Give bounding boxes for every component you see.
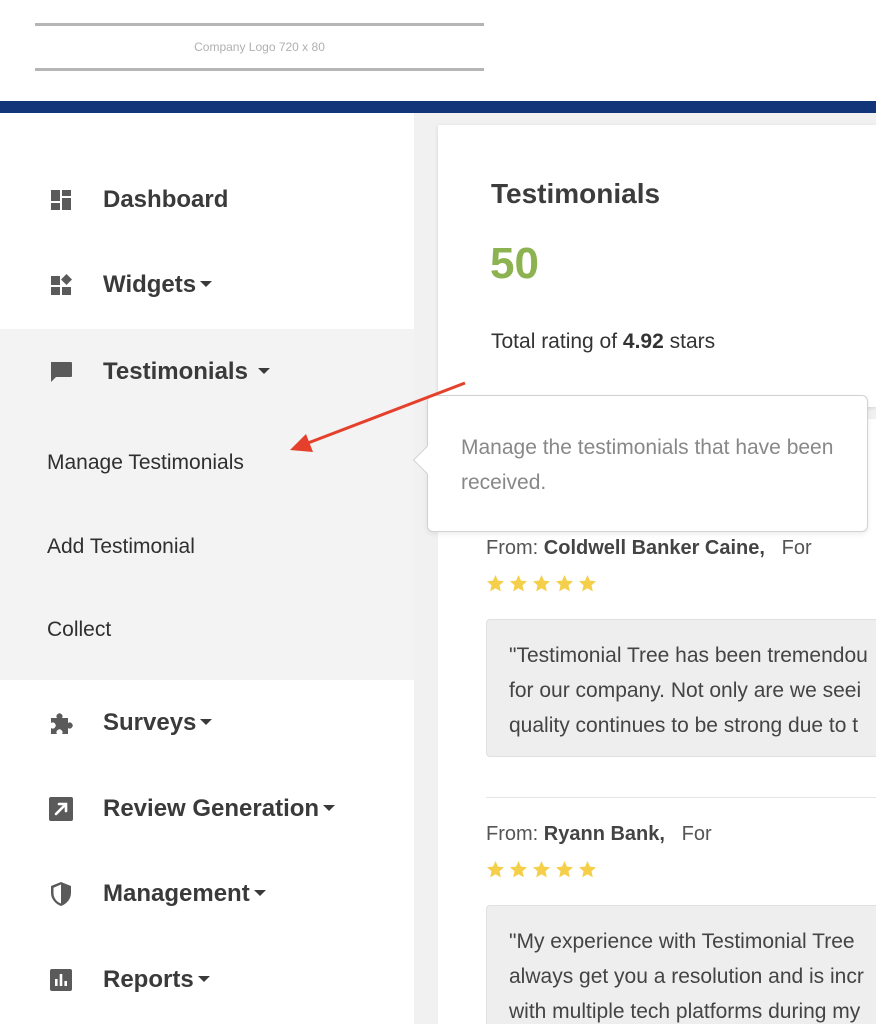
- sidebar-item-testimonials[interactable]: Testimonials: [0, 329, 414, 415]
- sidebar-item-label: Management: [103, 880, 266, 908]
- sidebar-item-management[interactable]: Management: [0, 851, 414, 937]
- chevron-down-icon: [253, 889, 266, 896]
- tooltip: Manage the testimonials that have been r…: [412, 395, 868, 532]
- star-icon: [486, 574, 505, 592]
- star-icon: [509, 860, 528, 878]
- star-rating: [486, 574, 876, 593]
- star-icon: [555, 574, 574, 592]
- star-rating: [486, 860, 876, 879]
- widgets-icon: [47, 271, 75, 299]
- testimonial-from: From: Coldwell Banker Caine, For: [486, 537, 812, 559]
- testimonial-from: From: Ryann Bank, For: [486, 823, 712, 845]
- chevron-down-icon: [200, 718, 213, 725]
- testimonial-count: 50: [490, 239, 539, 288]
- star-icon: [509, 574, 528, 592]
- page: Company Logo 720 x 80 Dashboard Widgets …: [0, 0, 876, 1024]
- sidebar-item-label: Surveys: [103, 709, 213, 737]
- puzzle-icon: [47, 709, 75, 737]
- chevron-down-icon: [257, 367, 270, 374]
- sidebar-item-dashboard[interactable]: Dashboard: [0, 157, 414, 243]
- submenu-item-add-testimonial[interactable]: Add Testimonial: [47, 535, 195, 559]
- sidebar-item-label: Review Generation: [103, 795, 336, 823]
- external-link-icon: [47, 795, 75, 823]
- star-icon: [486, 860, 505, 878]
- testimonial-author[interactable]: Ryann Bank,: [544, 823, 665, 845]
- logo-placeholder-text: Company Logo 720 x 80: [194, 40, 325, 54]
- testimonials-summary-card: Testimonials 50 Total rating of 4.92 sta…: [438, 125, 876, 407]
- testimonials-submenu: Testimonials Manage Testimonials Add Tes…: [0, 329, 414, 680]
- dashboard-icon: [47, 186, 75, 214]
- sidebar: Dashboard Widgets Testimonials Manage Te…: [0, 113, 414, 1024]
- sidebar-item-label: Testimonials: [103, 358, 270, 386]
- submenu-item-manage-testimonials[interactable]: Manage Testimonials: [47, 451, 244, 475]
- sidebar-item-label: Widgets: [103, 271, 213, 299]
- shield-icon: [47, 880, 75, 908]
- sidebar-item-widgets[interactable]: Widgets: [0, 242, 414, 328]
- star-icon: [578, 860, 597, 878]
- submenu-item-collect[interactable]: Collect: [47, 618, 111, 642]
- chevron-down-icon: [200, 280, 213, 287]
- rating-value: 4.92: [622, 330, 664, 353]
- navbar-bar: [0, 101, 876, 113]
- testimonial-quote: "My experience with Testimonial Tree alw…: [486, 905, 876, 1024]
- sidebar-item-surveys[interactable]: Surveys: [0, 680, 414, 766]
- star-icon: [532, 860, 551, 878]
- page-title: Testimonials: [491, 178, 661, 209]
- chat-bubble-icon: [47, 358, 75, 386]
- chevron-down-icon: [197, 975, 210, 982]
- testimonial-header: From: Ryann Bank, For: [486, 823, 876, 879]
- star-icon: [532, 574, 551, 592]
- sidebar-item-review-generation[interactable]: Review Generation: [0, 766, 414, 852]
- star-icon: [555, 860, 574, 878]
- bar-chart-icon: [47, 966, 75, 994]
- testimonial-author[interactable]: Coldwell Banker Caine,: [544, 537, 765, 559]
- total-rating: Total rating of 4.92 stars: [491, 330, 716, 353]
- main-content: Testimonials 50 Total rating of 4.92 sta…: [414, 113, 876, 1024]
- star-icon: [578, 574, 597, 592]
- testimonial-header: From: Coldwell Banker Caine, For: [486, 537, 876, 593]
- company-logo[interactable]: Company Logo 720 x 80: [35, 23, 484, 71]
- tooltip-text: Manage the testimonials that have been r…: [461, 436, 834, 494]
- divider: [486, 797, 876, 798]
- testimonial-quote: "Testimonial Tree has been tremendou for…: [486, 619, 876, 757]
- sidebar-item-label: Reports: [103, 966, 210, 994]
- sidebar-item-label: Dashboard: [103, 186, 229, 213]
- chevron-down-icon: [323, 804, 336, 811]
- header: Company Logo 720 x 80: [0, 0, 876, 101]
- sidebar-item-reports[interactable]: Reports: [0, 937, 414, 1023]
